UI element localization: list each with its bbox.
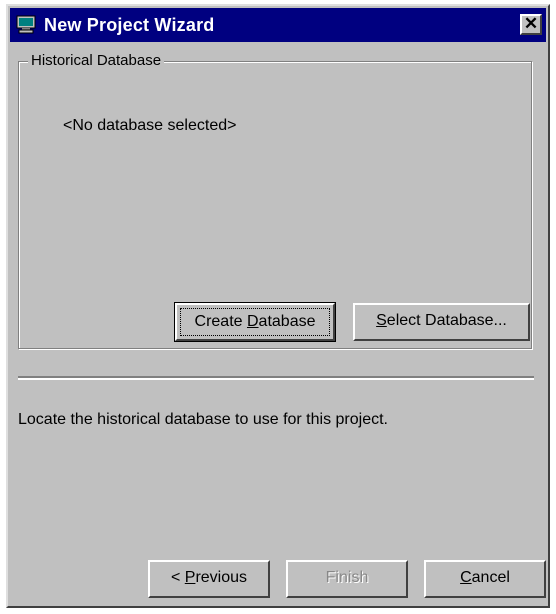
- separator: [18, 376, 534, 380]
- button-label: Finish: [325, 569, 369, 586]
- previous-button[interactable]: < Previous: [148, 560, 270, 598]
- button-label: atabase: [258, 313, 316, 330]
- focus-indicator: Create Database: [180, 308, 330, 336]
- button-label: elect Database...: [386, 312, 507, 329]
- database-status-text: <No database selected>: [63, 117, 237, 134]
- computer-icon: [16, 15, 36, 34]
- create-database-button[interactable]: Create Database: [174, 302, 336, 342]
- finish-button[interactable]: Finish: [286, 560, 408, 598]
- mnemonic: C: [460, 569, 472, 586]
- group-label: Historical Database: [28, 52, 165, 69]
- title-bar[interactable]: New Project Wizard ✕: [10, 8, 546, 42]
- cancel-button[interactable]: Cancel: [424, 560, 546, 598]
- button-label: ancel: [471, 569, 510, 586]
- button-label: <: [170, 569, 185, 586]
- select-database-button[interactable]: Select Database...: [353, 303, 530, 341]
- button-label: Create: [194, 313, 247, 330]
- button-label: revious: [195, 569, 248, 586]
- window-title: New Project Wizard: [44, 15, 215, 35]
- close-icon: ✕: [523, 14, 539, 33]
- mnemonic: D: [246, 313, 259, 330]
- mnemonic: S: [376, 312, 387, 329]
- wizard-description: Locate the historical database to use fo…: [18, 411, 388, 428]
- close-button[interactable]: ✕: [520, 14, 542, 35]
- mnemonic: P: [184, 569, 196, 586]
